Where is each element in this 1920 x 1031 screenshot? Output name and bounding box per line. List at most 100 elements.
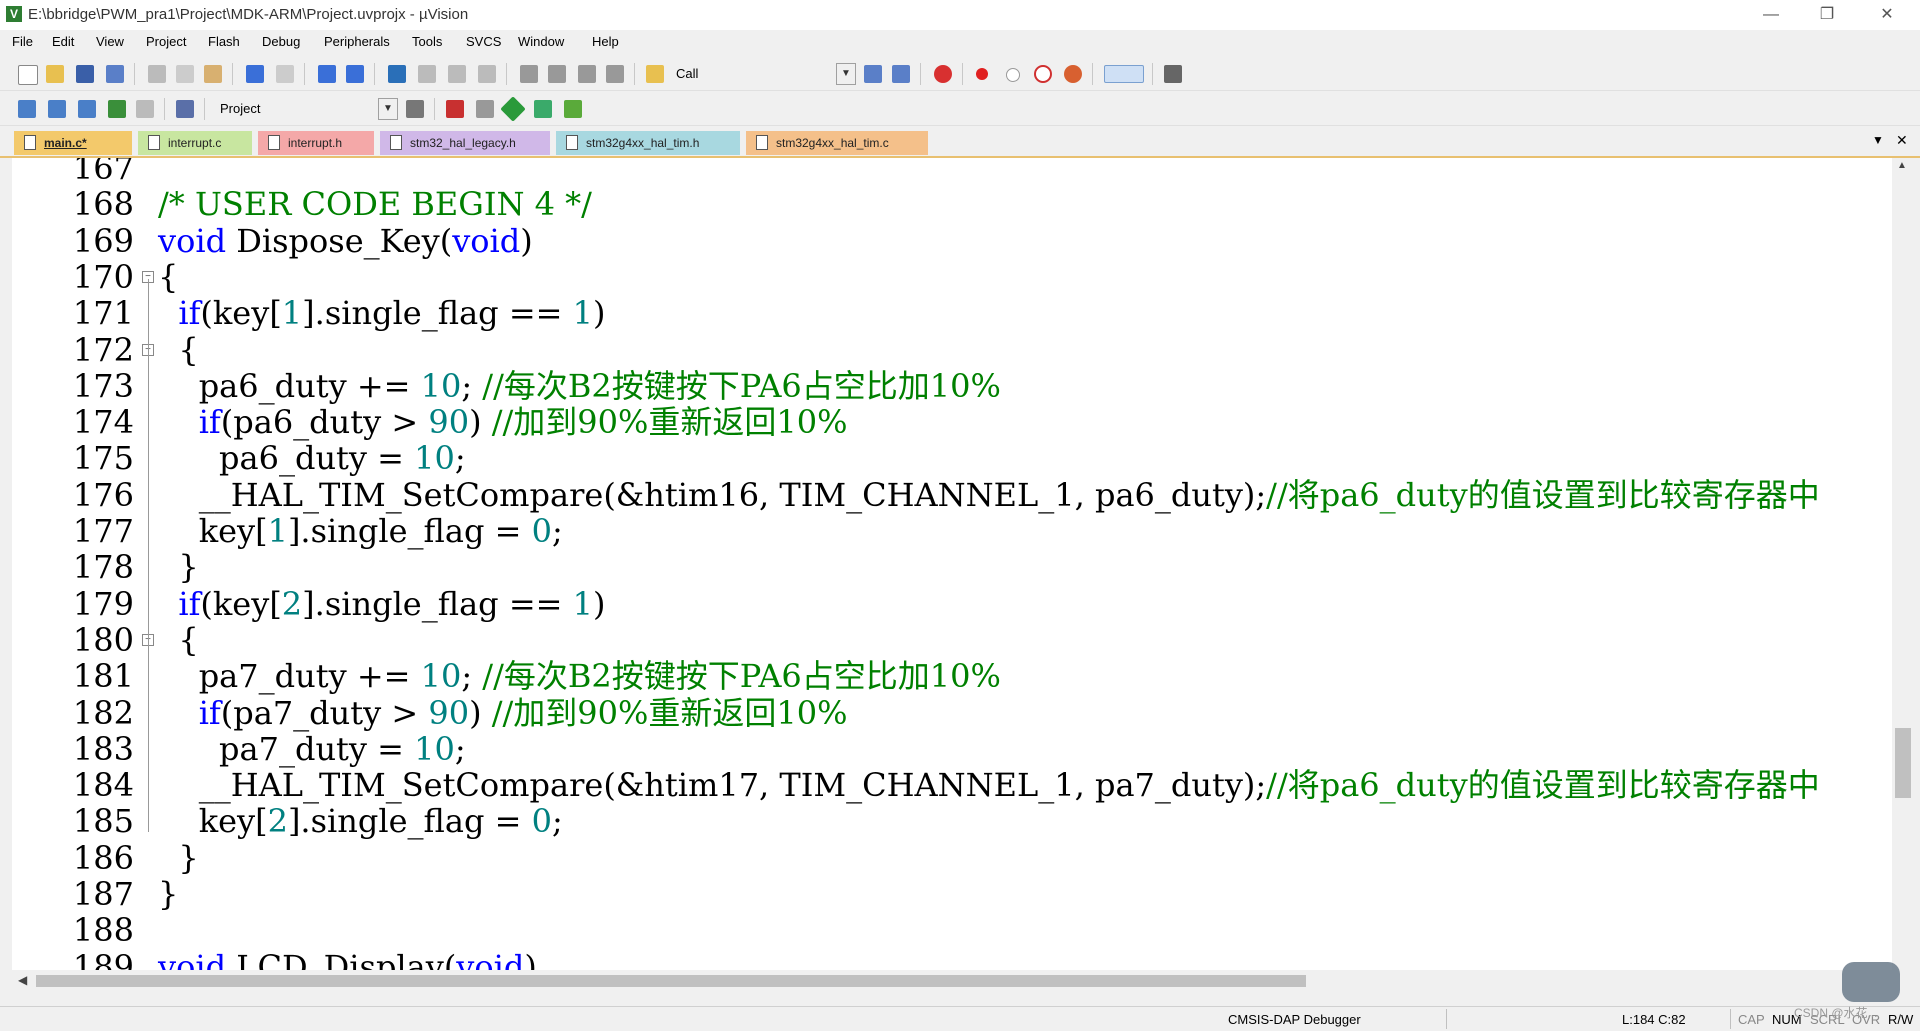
code-line[interactable]: __HAL_TIM_SetCompare(&htim16, TIM_CHANNE… <box>158 477 1820 513</box>
download-load-icon[interactable] <box>176 100 194 118</box>
pack-installer-icon[interactable] <box>534 100 552 118</box>
menu-svcs[interactable]: SVCS <box>466 34 501 49</box>
stop-build-icon[interactable] <box>136 100 154 118</box>
next-bookmark-icon[interactable] <box>448 65 466 83</box>
tab-main-c[interactable]: main.c* <box>14 131 132 155</box>
select-software-packs-icon[interactable] <box>500 96 526 122</box>
disable-breakpoints-icon[interactable] <box>1034 65 1052 83</box>
menu-peripherals[interactable]: Peripherals <box>324 34 390 49</box>
code-line[interactable]: /* USER CODE BEGIN 4 */ <box>158 186 592 222</box>
find-in-files-icon[interactable] <box>646 65 664 83</box>
scroll-up-icon[interactable]: ▲ <box>1897 160 1907 171</box>
menu-view[interactable]: View <box>96 34 124 49</box>
insert-breakpoint-icon[interactable] <box>976 68 988 80</box>
vertical-scroll-thumb[interactable] <box>1895 728 1911 798</box>
code-line[interactable]: } <box>158 549 198 585</box>
close-button[interactable]: ✕ <box>1864 0 1910 30</box>
code-line[interactable]: { <box>158 332 198 368</box>
window-title: E:\bbridge\PWM_pra1\Project\MDK-ARM\Proj… <box>28 6 469 23</box>
code-line[interactable]: pa7_duty += 10; //每次B2按键按下PA6占空比加10% <box>158 658 1001 694</box>
kill-breakpoints-icon[interactable] <box>1064 65 1082 83</box>
file-extensions-icon[interactable] <box>476 100 494 118</box>
menu-debug[interactable]: Debug <box>262 34 300 49</box>
tab-stm32g4xx-hal-tim-c[interactable]: stm32g4xx_hal_tim.c <box>746 131 928 155</box>
tab-list-dropdown-icon[interactable]: ▼ <box>1872 133 1884 147</box>
cut-icon[interactable] <box>148 65 166 83</box>
code-line[interactable]: } <box>158 876 178 912</box>
vertical-scrollbar[interactable]: ▲ <box>1892 158 1914 970</box>
minimize-button[interactable]: — <box>1748 0 1794 30</box>
chevron-down-icon[interactable]: ▼ <box>378 98 398 120</box>
save-all-icon[interactable] <box>106 65 124 83</box>
menu-project[interactable]: Project <box>146 34 186 49</box>
prev-bookmark-icon[interactable] <box>418 65 436 83</box>
code-line[interactable]: void Dispose_Key(void) <box>158 223 533 259</box>
code-line[interactable]: if(pa6_duty > 90) //加到90%重新返回10% <box>158 404 848 440</box>
run-environment-icon[interactable] <box>564 100 582 118</box>
paste-icon[interactable] <box>204 65 222 83</box>
code-line[interactable]: pa6_duty += 10; //每次B2按键按下PA6占空比加10% <box>158 368 1001 404</box>
tab-interrupt-h[interactable]: interrupt.h <box>258 131 374 155</box>
horizontal-scrollbar[interactable]: ◀ <box>12 970 1892 992</box>
rebuild-icon[interactable] <box>78 100 96 118</box>
toolbar-separator <box>634 63 635 85</box>
code-line[interactable]: key[2].single_flag = 0; <box>158 803 563 839</box>
document-icon <box>756 135 768 150</box>
menu-help[interactable]: Help <box>592 34 619 49</box>
menu-window[interactable]: Window <box>518 34 564 49</box>
target-options-icon[interactable] <box>406 100 424 118</box>
navigate-back-icon[interactable] <box>318 65 336 83</box>
code-line[interactable]: if(key[1].single_flag == 1) <box>158 295 605 331</box>
code-line[interactable]: { <box>158 259 178 295</box>
save-icon[interactable] <box>76 65 94 83</box>
code-line[interactable]: if(key[2].single_flag == 1) <box>158 586 605 622</box>
tab-stm32g4xx-hal-tim-h[interactable]: stm32g4xx_hal_tim.h <box>556 131 740 155</box>
open-folder-icon[interactable] <box>46 65 64 83</box>
code-line[interactable]: pa6_duty = 10; <box>158 440 466 476</box>
indent-icon[interactable] <box>520 65 538 83</box>
chat-bubble-icon[interactable] <box>1842 962 1900 1002</box>
menu-edit[interactable]: Edit <box>52 34 74 49</box>
tab-stm32-hal-legacy-h[interactable]: stm32_hal_legacy.h <box>380 131 550 155</box>
undo-icon[interactable] <box>246 65 264 83</box>
clear-bookmarks-icon[interactable] <box>478 65 496 83</box>
code-editor[interactable]: 167168169170−171172−17317417517617717817… <box>12 158 1892 970</box>
code-line[interactable]: } <box>158 840 198 876</box>
code-line[interactable]: __HAL_TIM_SetCompare(&htim17, TIM_CHANNE… <box>158 767 1820 803</box>
unindent-icon[interactable] <box>548 65 566 83</box>
scroll-left-icon[interactable]: ◀ <box>18 973 27 987</box>
tab-interrupt-c[interactable]: interrupt.c <box>138 131 252 155</box>
restore-button[interactable]: ❐ <box>1804 0 1850 30</box>
start-debug-icon[interactable] <box>934 65 952 83</box>
bookmark-icon[interactable] <box>388 65 406 83</box>
comment-icon[interactable] <box>578 65 596 83</box>
menu-file[interactable]: File <box>12 34 33 49</box>
menu-flash[interactable]: Flash <box>208 34 240 49</box>
build-icon[interactable] <box>48 100 66 118</box>
new-file-icon[interactable] <box>18 65 38 85</box>
chevron-down-icon[interactable]: ▼ <box>836 63 856 85</box>
configure-wrench-icon[interactable] <box>1164 65 1182 83</box>
code-line[interactable]: pa7_duty = 10; <box>158 731 466 767</box>
translate-icon[interactable] <box>18 100 36 118</box>
find-combo[interactable]: Call ▼ <box>668 63 856 85</box>
redo-icon[interactable] <box>276 65 294 83</box>
close-tab-icon[interactable]: ✕ <box>1896 132 1908 149</box>
uncomment-icon[interactable] <box>606 65 624 83</box>
incremental-find-icon[interactable] <box>892 65 910 83</box>
find-icon[interactable] <box>864 65 882 83</box>
menu-tools[interactable]: Tools <box>412 34 442 49</box>
code-line[interactable]: void LCD_Display(void) <box>158 949 537 970</box>
manage-components-icon[interactable] <box>446 100 464 118</box>
navigate-forward-icon[interactable] <box>346 65 364 83</box>
code-line[interactable]: key[1].single_flag = 0; <box>158 513 563 549</box>
enable-breakpoint-icon[interactable] <box>1006 68 1020 82</box>
code-line[interactable]: { <box>158 622 198 658</box>
horizontal-scroll-thumb[interactable] <box>36 975 1306 987</box>
batch-build-icon[interactable] <box>108 100 126 118</box>
code-line[interactable]: if(pa7_duty > 90) //加到90%重新返回10% <box>158 695 848 731</box>
window-layout-icon[interactable] <box>1104 65 1144 83</box>
target-select[interactable]: Project ▼ <box>212 98 398 120</box>
copy-icon[interactable] <box>176 65 194 83</box>
